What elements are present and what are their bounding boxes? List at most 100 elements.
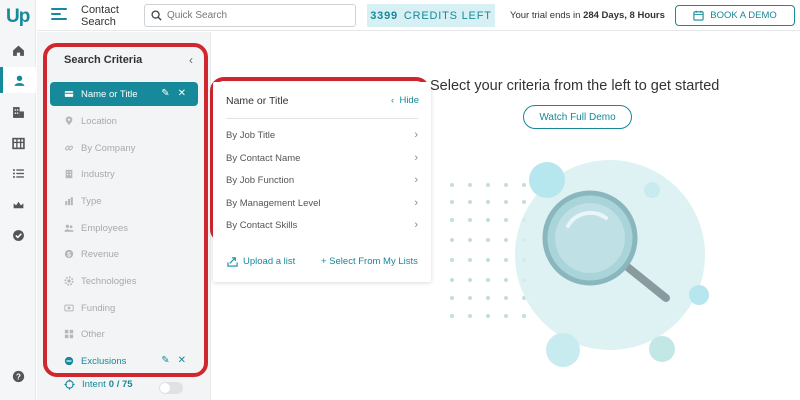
intent-row[interactable]: Intent 0 / 75 [64,379,133,390]
upload-icon [227,256,238,267]
bar-chart-icon [64,196,74,206]
trial-prefix: Your trial ends in [510,10,581,21]
bubble-bottom-right [649,336,675,362]
table-grid-icon [11,137,25,149]
quick-search-box[interactable] [144,4,356,27]
question-circle-icon: ? [12,370,24,382]
upload-list-link[interactable]: Upload a list [227,256,295,267]
rail-companies[interactable] [0,99,36,125]
intent-toggle[interactable] [159,382,183,394]
contact-icon [14,75,25,86]
chevron-right-icon: › [414,219,418,231]
dollar-icon: $ [64,249,74,259]
dot-pattern [450,183,526,318]
criteria-item-label: Exclusions [81,355,127,367]
intent-label: Intent [82,379,106,390]
page-title-line2: Search [81,16,116,28]
criteria-item-type[interactable]: Type [50,189,198,213]
page-title-line1: Contact [81,4,119,16]
submenu-item-job-title[interactable]: By Job Title › [226,124,418,146]
watch-full-demo-button[interactable]: Watch Full Demo [523,105,632,129]
close-icon[interactable]: ✕ [178,355,186,366]
home-icon [12,45,24,56]
criteria-item-revenue[interactable]: $ Revenue [50,242,198,266]
gear-icon [64,276,74,286]
select-from-my-lists-link[interactable]: + Select From My Lists [321,256,418,267]
collapse-panel-chevron-icon[interactable]: ‹ [189,53,193,67]
close-icon[interactable]: ✕ [178,88,186,99]
building-icon [64,169,74,179]
calendar-icon [693,10,704,21]
submenu-item-contact-skills[interactable]: By Contact Skills › [226,214,418,236]
submenu-item-management-level[interactable]: By Management Level › [226,192,418,214]
trial-remaining: 284 Days, 8 Hours [583,10,665,21]
submenu-item-label: By Contact Skills [226,219,298,231]
criteria-item-label: Revenue [81,248,120,260]
minus-circle-icon [64,356,74,366]
criteria-item-by-company[interactable]: By Company [50,136,198,160]
criteria-item-label: Location [81,115,117,127]
submenu-item-label: By Contact Name [226,152,301,164]
funding-icon [64,303,74,313]
criteria-item-technologies[interactable]: Technologies [50,269,198,293]
bubble-top [529,162,565,198]
upload-list-label: Upload a list [243,256,296,267]
chevron-right-icon: › [414,174,418,186]
criteria-item-exclusions[interactable]: Exclusions ✎ ✕ [50,349,198,373]
rail-premium[interactable] [0,191,36,217]
book-demo-button[interactable]: BOOK A DEMO [675,5,795,26]
submenu-item-label: By Management Level [226,197,321,209]
criteria-item-label: Name or Title [81,88,138,100]
search-criteria-panel: Search Criteria ‹ Name or Title ✎ ✕ Locat… [37,32,211,400]
criteria-item-label: Industry [81,168,115,180]
criteria-item-label: Funding [81,302,116,314]
rail-help[interactable]: ? [0,363,36,389]
criteria-item-name-or-title[interactable]: Name or Title ✎ ✕ [50,82,198,106]
rail-home[interactable] [0,37,36,63]
criteria-item-employees[interactable]: Employees [50,216,198,240]
credits-count: 3399 [370,9,398,22]
id-card-icon [64,89,74,99]
edit-pencil-icon[interactable]: ✎ [161,355,169,366]
svg-text:$: $ [67,251,71,258]
credits-badge: 3399 CREDITS LEFT [367,4,495,27]
empty-state-prompt: Select your criteria from the left to ge… [430,78,719,94]
submenu-title: Name or Title [226,95,289,107]
rail-table[interactable] [0,130,36,156]
hamburger-menu-icon[interactable] [51,8,67,22]
quick-search-input[interactable] [167,10,347,21]
grid-icon [64,329,74,339]
criteria-item-funding[interactable]: Funding [50,296,198,320]
hide-submenu-link[interactable]: ‹ Hide [391,95,419,106]
app-logo[interactable]: Up [6,6,30,28]
submenu-item-label: By Job Title [226,129,276,141]
criteria-item-industry[interactable]: Industry [50,162,198,186]
name-or-title-submenu: Name or Title ‹ Hide By Job Title › By Co… [213,82,431,282]
submenu-item-contact-name[interactable]: By Contact Name › [226,147,418,169]
criteria-item-other[interactable]: Other [50,322,198,346]
criteria-item-label: By Company [81,142,136,154]
book-demo-label: BOOK A DEMO [710,10,777,21]
submenu-divider [226,118,418,119]
rail-contacts[interactable] [0,67,36,93]
edit-pencil-icon[interactable]: ✎ [161,88,169,99]
bubble-small-right [644,182,660,198]
search-icon [151,10,162,21]
criteria-item-label: Other [81,328,105,340]
rail-lists[interactable] [0,160,36,186]
criteria-item-label: Employees [81,222,128,234]
select-lists-label: + Select From My Lists [321,256,418,267]
company-building-icon [12,106,24,118]
check-circle-icon [12,229,24,241]
intent-count: 0 / 75 [108,379,133,390]
map-pin-icon [64,116,74,126]
watch-demo-label: Watch Full Demo [539,111,616,123]
chevron-right-icon: › [414,152,418,164]
rail-tasks[interactable] [0,222,36,248]
criteria-item-location[interactable]: Location [50,109,198,133]
credits-label: CREDITS LEFT [403,9,492,22]
crown-icon [13,201,23,208]
submenu-item-job-function[interactable]: By Job Function › [226,169,418,191]
page-title: Contact Search [81,4,119,28]
link-icon [64,143,74,153]
